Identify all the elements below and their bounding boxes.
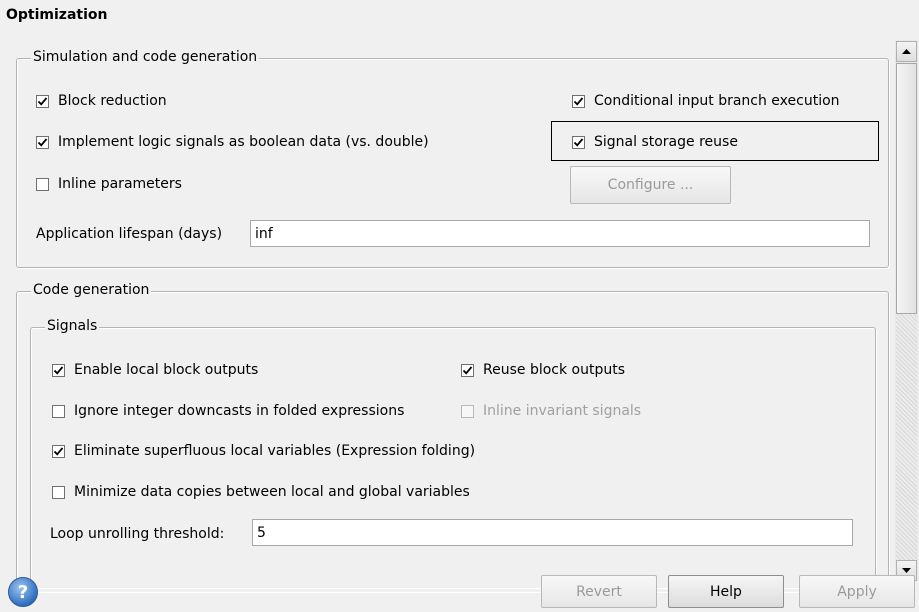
enable-local-outputs-checkbox[interactable]: Enable local block outputs xyxy=(52,362,258,378)
conditional-branch-label: Conditional input branch execution xyxy=(594,93,840,109)
minimize-copies-label: Minimize data copies between local and g… xyxy=(74,484,470,500)
checkbox-box[interactable] xyxy=(461,363,474,377)
scrollbar-thumb[interactable] xyxy=(896,63,917,314)
scrollbar-track-lower[interactable] xyxy=(896,314,917,560)
logic-signals-label: Implement logic signals as boolean data … xyxy=(58,134,429,150)
configure-button[interactable]: Configure ... xyxy=(570,166,731,204)
minimize-copies-checkbox[interactable]: Minimize data copies between local and g… xyxy=(52,484,470,500)
arrow-down-icon xyxy=(902,568,911,573)
help-button[interactable]: Help xyxy=(668,575,784,608)
code-generation-legend: Code generation xyxy=(31,282,152,298)
reuse-block-outputs-label: Reuse block outputs xyxy=(483,362,626,378)
inline-parameters-label: Inline parameters xyxy=(58,176,182,192)
checkbox-box[interactable] xyxy=(572,94,585,108)
logic-signals-checkbox[interactable]: Implement logic signals as boolean data … xyxy=(36,134,429,150)
arrow-up-icon xyxy=(902,49,911,54)
checkbox-box[interactable] xyxy=(36,94,49,108)
checkbox-box[interactable] xyxy=(52,363,65,377)
inline-parameters-checkbox[interactable]: Inline parameters xyxy=(36,176,182,192)
inline-invariant-checkbox: Inline invariant signals xyxy=(461,403,641,419)
lifespan-label: Application lifespan (days) xyxy=(36,226,223,242)
eliminate-locals-checkbox[interactable]: Eliminate superfluous local variables (E… xyxy=(52,443,475,459)
checkbox-box[interactable] xyxy=(572,135,585,149)
sim-codegen-legend: Simulation and code generation xyxy=(31,49,260,65)
ignore-downcasts-checkbox[interactable]: Ignore integer downcasts in folded expre… xyxy=(52,403,404,419)
reuse-block-outputs-checkbox[interactable]: Reuse block outputs xyxy=(461,362,625,378)
checkbox-box xyxy=(461,404,474,418)
block-reduction-checkbox[interactable]: Block reduction xyxy=(36,93,167,109)
loop-unrolling-label: Loop unrolling threshold: xyxy=(50,526,225,542)
signals-legend: Signals xyxy=(45,318,100,334)
revert-button[interactable]: Revert xyxy=(541,575,657,608)
ignore-downcasts-label: Ignore integer downcasts in folded expre… xyxy=(74,403,405,419)
signal-storage-reuse-label: Signal storage reuse xyxy=(594,134,738,150)
page-title: Optimization xyxy=(6,7,108,23)
checkbox-box[interactable] xyxy=(36,135,49,149)
signal-storage-reuse-checkbox[interactable]: Signal storage reuse xyxy=(572,134,738,150)
apply-button[interactable]: Apply xyxy=(799,575,915,608)
scroll-up-button[interactable] xyxy=(896,41,917,62)
checkbox-box[interactable] xyxy=(52,485,65,499)
checkbox-box[interactable] xyxy=(36,177,49,191)
checkbox-box[interactable] xyxy=(52,404,65,418)
loop-unrolling-input[interactable] xyxy=(252,519,853,546)
checkbox-box[interactable] xyxy=(52,444,65,458)
eliminate-locals-label: Eliminate superfluous local variables (E… xyxy=(74,443,476,459)
inline-invariant-label: Inline invariant signals xyxy=(483,403,642,419)
enable-local-outputs-label: Enable local block outputs xyxy=(74,362,259,378)
help-icon[interactable]: ? xyxy=(8,577,38,607)
lifespan-input[interactable] xyxy=(250,220,870,247)
block-reduction-label: Block reduction xyxy=(58,93,167,109)
conditional-branch-checkbox[interactable]: Conditional input branch execution xyxy=(572,93,840,109)
